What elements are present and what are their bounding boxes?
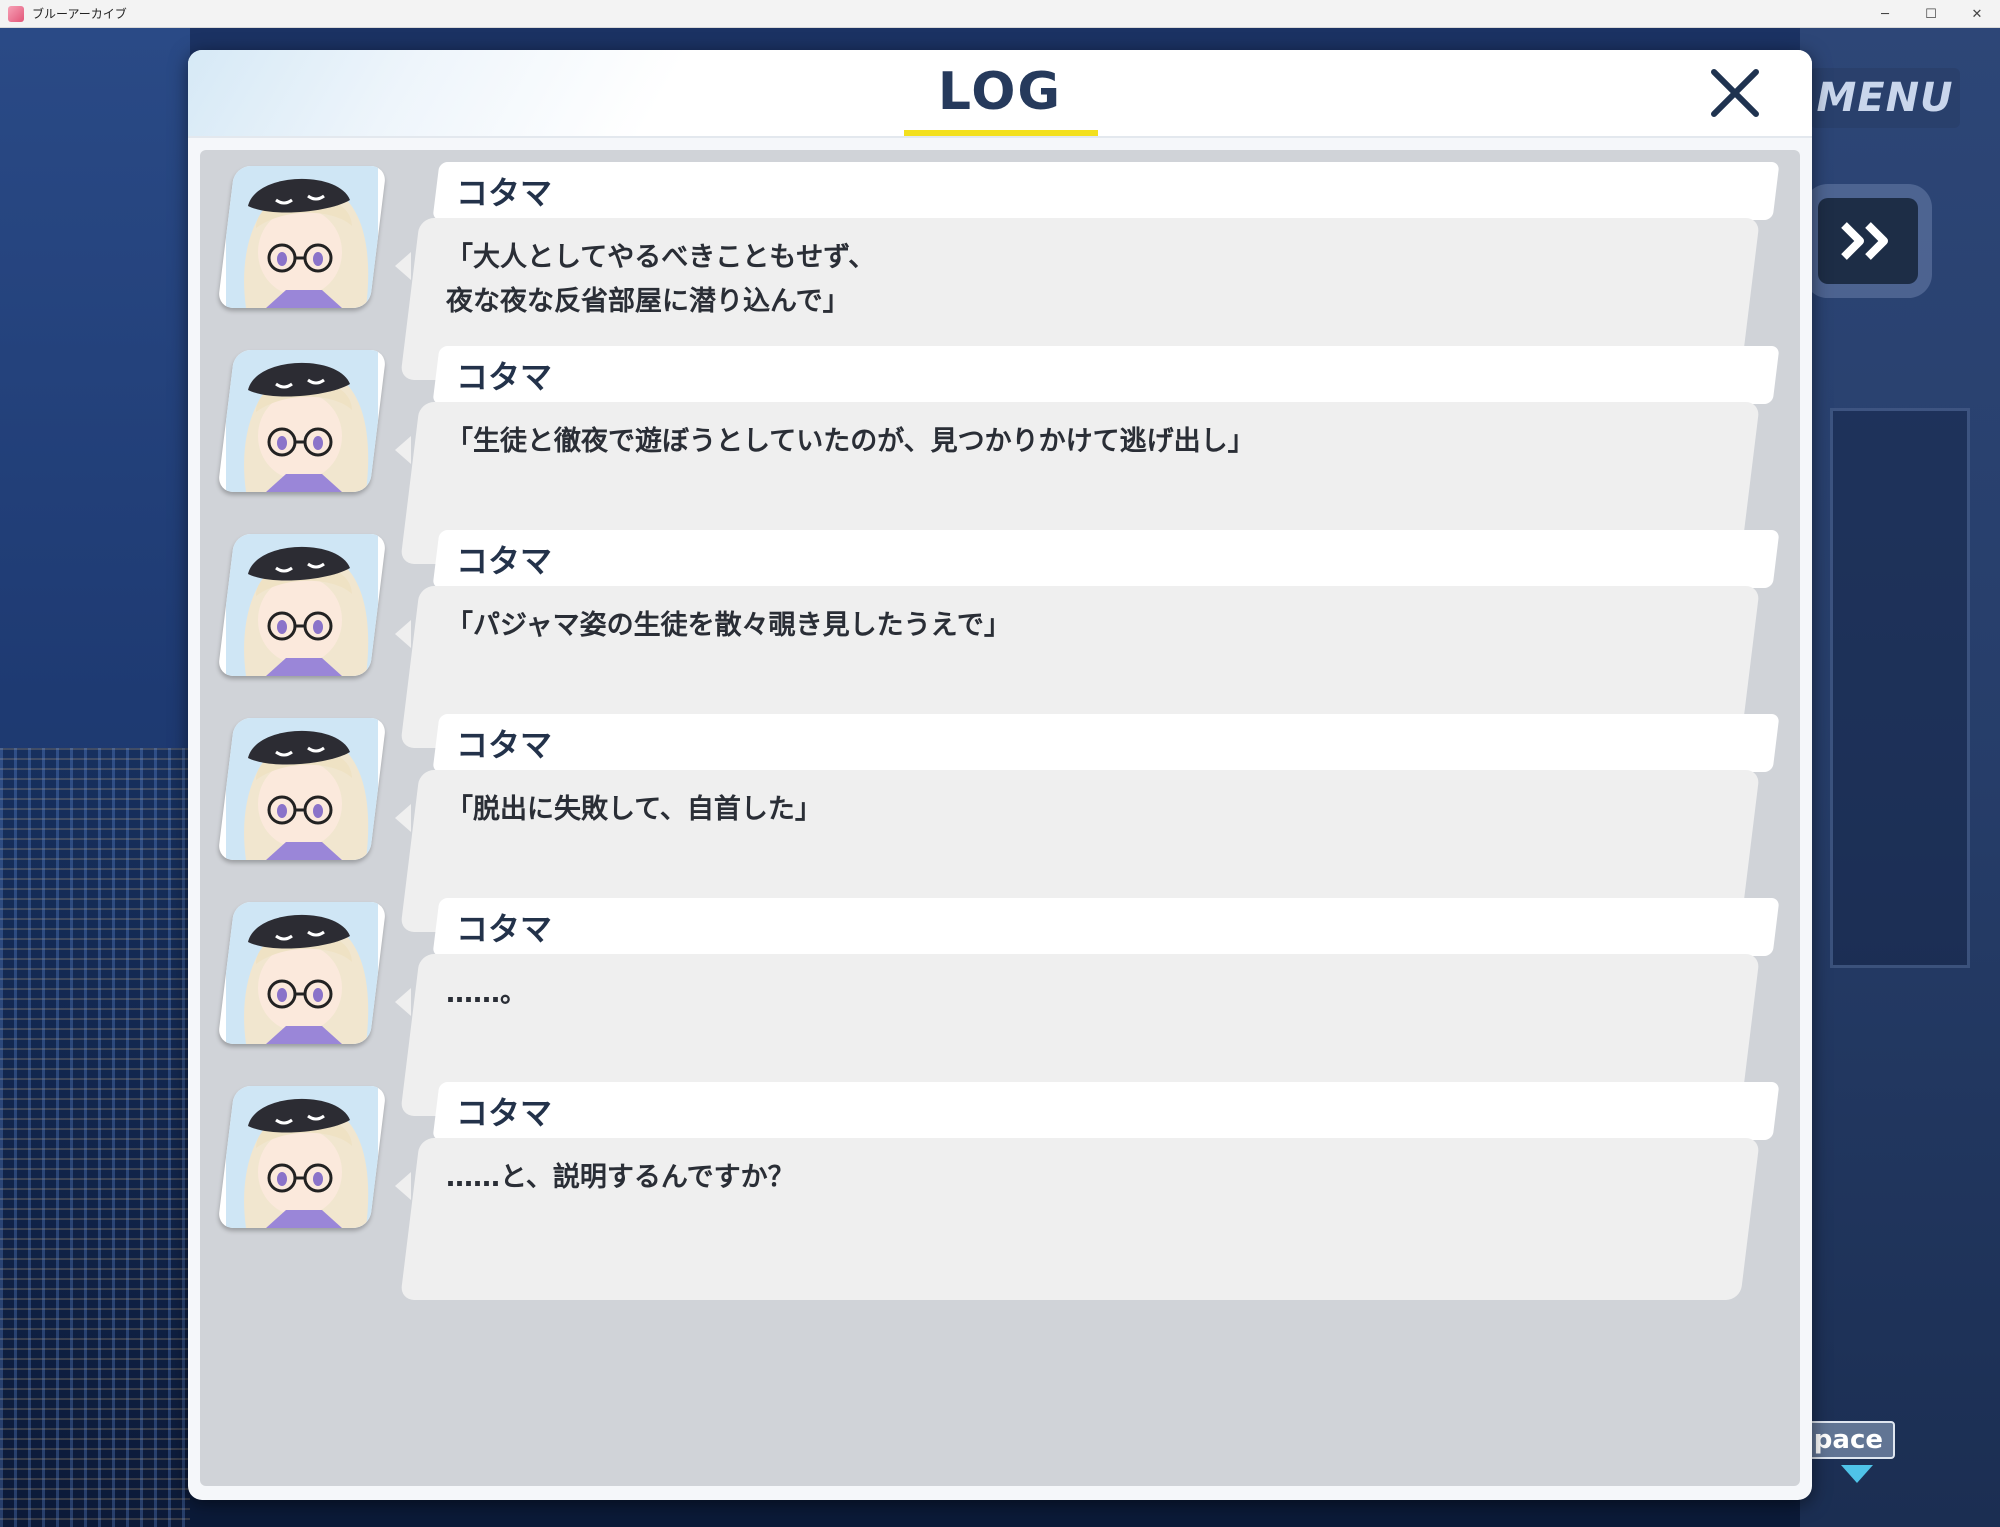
- speaker-name-bar: [432, 162, 1780, 220]
- speaker-portrait: [217, 902, 387, 1044]
- speaker-portrait: [217, 718, 387, 860]
- log-list: コタマ 「大人としてやるべきこともせず、 夜な夜な反省部屋に潜り込んで」 コタマ: [200, 150, 1800, 1486]
- speaker-name-bar: [432, 346, 1780, 404]
- log-entry: コタマ ……と、説明するんですか？: [200, 1076, 1800, 1308]
- window-close-button[interactable]: ✕: [1954, 0, 2000, 28]
- dialogue-text: 「脱出に失敗して、自首した」: [446, 794, 822, 825]
- background-door: [1830, 408, 1970, 968]
- speaker-name: コタマ: [456, 1094, 553, 1132]
- fast-forward-icon: [1841, 222, 1888, 260]
- menu-label: MENU: [1816, 75, 1954, 121]
- log-title-underline: [904, 130, 1098, 136]
- character-portrait-icon: [226, 718, 378, 860]
- speaker-name-bar: [432, 714, 1780, 772]
- speaker-name-bar: [432, 898, 1780, 956]
- speaker-name: コタマ: [456, 726, 553, 764]
- bubble-tail: [395, 988, 411, 1016]
- bubble-tail: [395, 436, 411, 464]
- advance-arrow-icon: [1841, 1465, 1873, 1483]
- dialogue-text: 「生徒と徹夜で遊ぼうとしていたのが、見つかりかけて逃げ出し」: [446, 426, 1255, 457]
- speaker-name: コタマ: [456, 174, 553, 212]
- character-portrait-icon: [226, 166, 378, 308]
- character-portrait-icon: [226, 902, 378, 1044]
- background-cityscape: [0, 748, 190, 1527]
- minimize-button[interactable]: ─: [1862, 0, 1908, 28]
- speaker-portrait: [217, 350, 387, 492]
- bubble-tail: [395, 1172, 411, 1200]
- dialogue-text: 「パジャマ姿の生徒を散々覗き見したうえで」: [446, 610, 1011, 641]
- window-title: ブルーアーカイブ: [32, 7, 127, 21]
- app-icon: [8, 5, 24, 22]
- dialogue-text: ……と、説明するんですか？: [446, 1162, 795, 1193]
- log-title: LOG: [937, 62, 1063, 122]
- close-icon: [1711, 69, 1759, 117]
- speaker-name: コタマ: [456, 358, 553, 396]
- character-portrait-icon: [226, 350, 378, 492]
- speaker-portrait: [217, 1086, 387, 1228]
- dialogue-text: ……。: [446, 978, 527, 1009]
- character-portrait-icon: [226, 1086, 378, 1228]
- speaker-portrait: [217, 166, 387, 308]
- speaker-name-bar: [432, 530, 1780, 588]
- log-header: LOG: [188, 50, 1812, 138]
- speaker-name: コタマ: [456, 542, 553, 580]
- log-close-button[interactable]: [1706, 64, 1764, 122]
- speaker-portrait: [217, 534, 387, 676]
- log-scroll-area[interactable]: コタマ 「大人としてやるべきこともせず、 夜な夜な反省部屋に潜り込んで」 コタマ: [200, 150, 1800, 1486]
- character-portrait-icon: [226, 534, 378, 676]
- bubble-tail: [395, 252, 411, 280]
- bubble-tail: [395, 620, 411, 648]
- maximize-button[interactable]: ☐: [1908, 0, 1954, 28]
- window-controls: ─ ☐ ✕: [1862, 0, 2000, 28]
- speaker-name-bar: [432, 1082, 1780, 1140]
- window-titlebar: ブルーアーカイブ ─ ☐ ✕: [0, 0, 2000, 28]
- log-panel: LOG コタマ 「大人としてやるべきこともせず、 夜な夜な反省部屋に潜り込んで」…: [188, 50, 1812, 1500]
- fast-forward-button[interactable]: [1818, 198, 1918, 284]
- speaker-name: コタマ: [456, 910, 553, 948]
- menu-button[interactable]: MENU: [1810, 68, 1960, 128]
- bubble-tail: [395, 804, 411, 832]
- dialogue-text: 「大人としてやるべきこともせず、 夜な夜な反省部屋に潜り込んで」: [446, 242, 876, 317]
